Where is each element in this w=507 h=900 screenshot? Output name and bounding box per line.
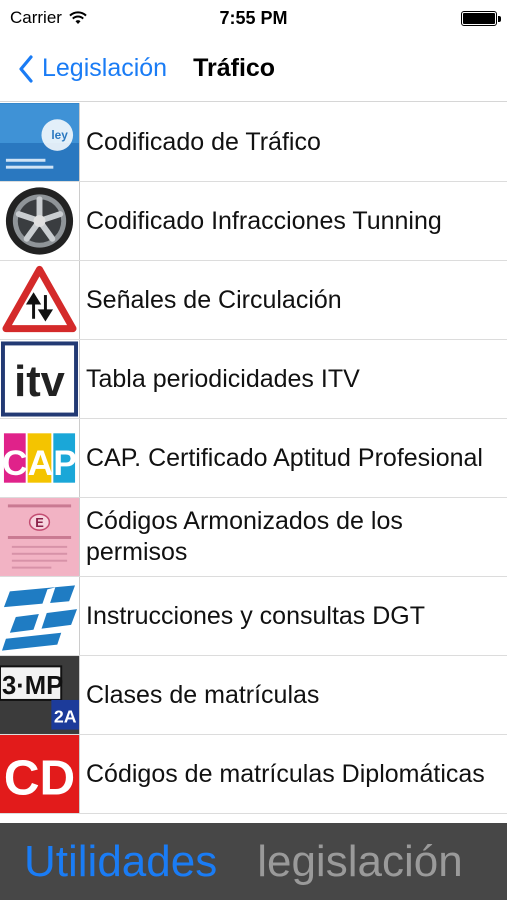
list-item-instrucciones-dgt[interactable]: Instrucciones y consultas DGT: [0, 577, 507, 656]
list-item-label: Codificado de Tráfico: [86, 127, 321, 156]
cd-text: CD: [4, 751, 75, 806]
carrier-label: Carrier: [10, 8, 62, 27]
cap-text: CAP: [2, 443, 77, 483]
ley-text: ley: [51, 128, 68, 142]
list-item-infracciones-tunning[interactable]: Codificado Infracciones Tunning: [0, 182, 507, 261]
list-item-codificado-trafico[interactable]: ley Codificado de Tráfico: [0, 103, 507, 182]
list-item-label: Clases de matrículas: [86, 680, 320, 709]
list-item-label: CAP. Certificado Aptitud Profesional: [86, 443, 483, 472]
topic-list: ley Codificado de Tráfico Codificado Inf…: [0, 103, 507, 823]
battery-icon: [461, 10, 501, 26]
carrier-group: Carrier: [10, 8, 88, 28]
list-item-label: Códigos Armonizados de los permisos: [86, 507, 403, 566]
list-item-senales-circulacion[interactable]: Señales de Circulación: [0, 261, 507, 340]
list-item-clases-matriculas[interactable]: 3·MP 2A Clases de matrículas: [0, 656, 507, 735]
itv-text: itv: [14, 358, 65, 406]
tab-utilidades[interactable]: Utilidades: [0, 837, 217, 887]
navigation-bar: Legislación Tráfico: [0, 36, 507, 102]
back-button-label: Legislación: [42, 54, 168, 82]
permiso-letter: E: [35, 515, 44, 530]
list-item-label: Codificado Infracciones Tunning: [86, 206, 442, 235]
tab-bar: Utilidades legislación: [0, 823, 507, 900]
driving-permit-icon: E: [0, 498, 80, 576]
alloy-wheel-icon: [0, 182, 80, 260]
list-item-matriculas-diplomaticas[interactable]: CD Códigos de matrículas Diplomáticas: [0, 735, 507, 814]
tab-legislacion[interactable]: legislación: [217, 837, 462, 887]
warning-sign-icon: [0, 261, 80, 339]
itv-logo-icon: itv: [0, 340, 80, 418]
cap-logo-icon: CAP: [0, 419, 80, 497]
plate-text-1: 3·MP: [2, 672, 63, 700]
list-item-codigos-armonizados[interactable]: E Códigos Armonizados de los permisos: [0, 498, 507, 577]
ley-book-icon: ley: [0, 103, 80, 181]
back-button[interactable]: Legislación: [0, 54, 167, 83]
list-item-tabla-itv[interactable]: itv Tabla periodicidades ITV: [0, 340, 507, 419]
cd-plate-icon: CD: [0, 735, 80, 813]
list-item-cap[interactable]: CAP CAP. Certificado Aptitud Profesional: [0, 419, 507, 498]
list-item-label: Tabla periodicidades ITV: [86, 364, 360, 393]
list-item-label: Códigos de matrículas Diplomáticas: [86, 759, 485, 788]
chevron-left-icon: [19, 54, 33, 83]
license-plate-icon: 3·MP 2A: [0, 656, 80, 734]
plate-text-2: 2A: [54, 707, 77, 727]
dgt-logo-icon: [0, 577, 80, 655]
list-item-label: Instrucciones y consultas DGT: [86, 601, 426, 630]
page-title: Tráfico: [193, 54, 276, 82]
status-bar: Carrier 7:55 PM: [0, 0, 507, 36]
list-item-label: Señales de Circulación: [86, 285, 342, 314]
wifi-icon: [69, 11, 87, 24]
